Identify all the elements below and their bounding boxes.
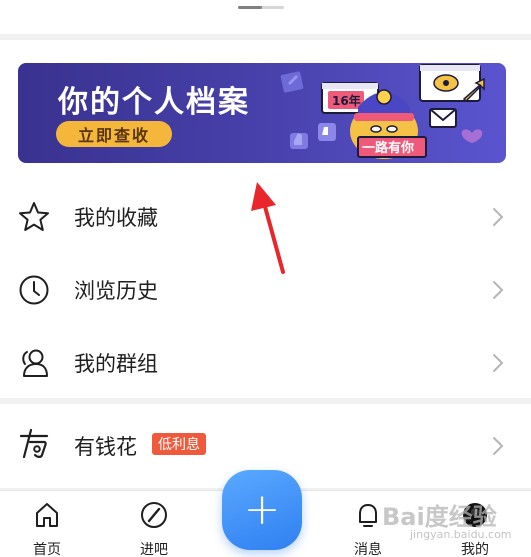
chevron-right-icon xyxy=(493,354,504,372)
low-interest-badge: 低利息 xyxy=(152,433,206,455)
tab-label: 我的 xyxy=(461,542,489,557)
top-area xyxy=(0,0,531,34)
menu-item-history[interactable]: 浏览历史 xyxy=(0,258,531,322)
menu-item-groups[interactable]: 我的群组 xyxy=(0,331,531,395)
menu-item-favorites[interactable]: 我的收藏 xyxy=(0,185,531,249)
group-icon xyxy=(16,345,52,381)
star-icon xyxy=(16,199,52,235)
tab-home[interactable]: 首页 xyxy=(12,491,82,557)
tab-jinba[interactable]: 进吧 xyxy=(119,491,189,557)
create-post-button[interactable]: + xyxy=(222,470,302,550)
profile-banner[interactable]: 你的个人档案 立即查收 16年 一路有你 xyxy=(18,63,506,163)
scroll-indicator xyxy=(238,6,284,9)
menu-item-label: 浏览历史 xyxy=(74,279,158,303)
watermark-brand: Bai度经验 xyxy=(382,503,497,531)
tab-label: 进吧 xyxy=(140,542,168,557)
chevron-right-icon xyxy=(493,281,504,299)
menu-item-label: 我的收藏 xyxy=(74,206,158,230)
youqianhua-icon xyxy=(16,426,52,462)
banner-badge-years: 16年 xyxy=(332,93,361,108)
compass-icon xyxy=(141,502,167,528)
chevron-right-icon xyxy=(493,437,504,455)
menu-card: 你的个人档案 立即查收 16年 一路有你 我的收藏 浏览历史 我的群组 xyxy=(0,40,531,398)
watermark-url: jingyan.baidu.com xyxy=(410,528,512,541)
tab-label: 首页 xyxy=(33,542,61,557)
plus-icon: + xyxy=(243,484,281,535)
home-icon xyxy=(36,503,58,527)
banner-illustration: 16年 一路有你 xyxy=(280,64,485,159)
tab-label: 消息 xyxy=(354,542,382,557)
banner-badge-slogan: 一路有你 xyxy=(362,140,414,156)
youqianhua-label: 有钱花 xyxy=(74,435,137,459)
bell-icon xyxy=(359,504,377,527)
banner-title: 你的个人档案 xyxy=(58,85,250,120)
menu-item-label: 我的群组 xyxy=(74,352,158,376)
clock-icon xyxy=(16,272,52,308)
banner-claim-button[interactable]: 立即查收 xyxy=(56,121,172,147)
chevron-right-icon xyxy=(493,208,504,226)
